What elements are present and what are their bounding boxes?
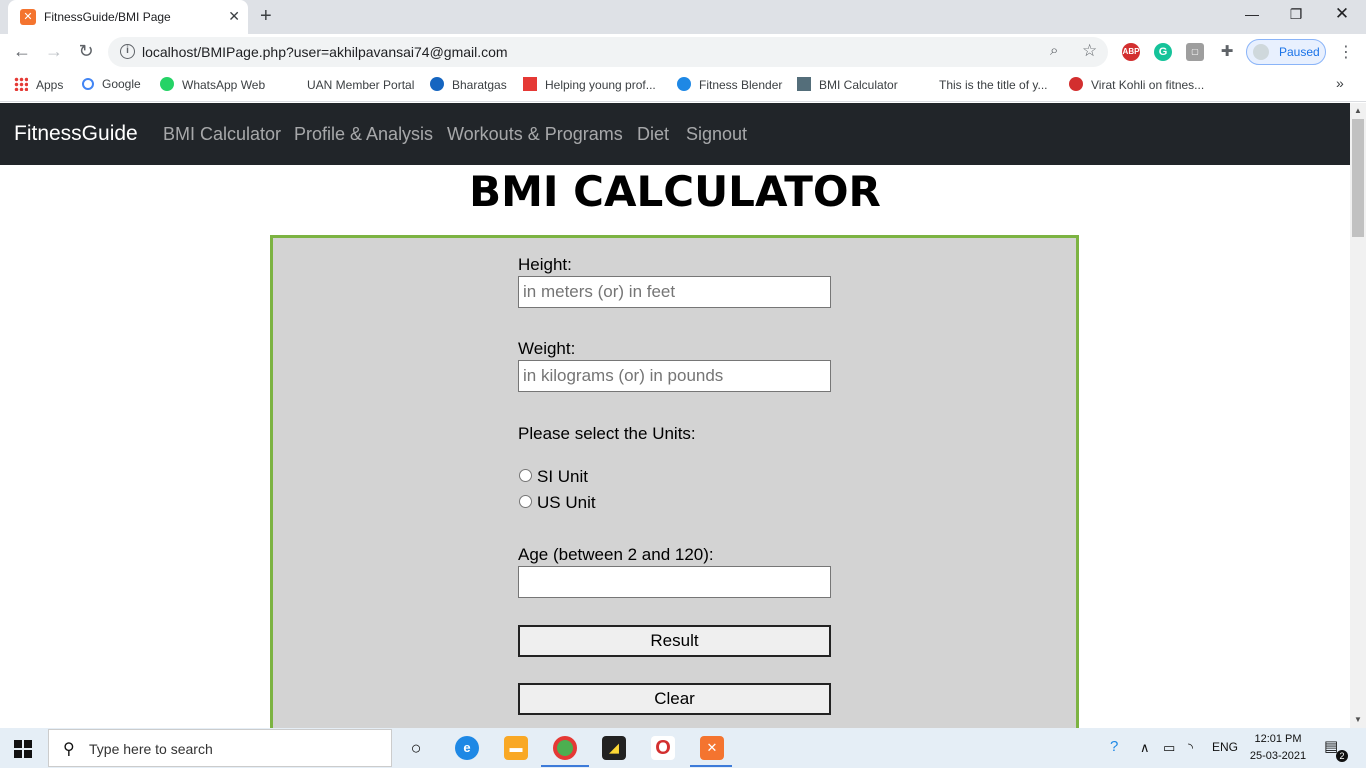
- weight-input[interactable]: [518, 360, 831, 392]
- bookmark-star-icon[interactable]: ☆: [1082, 41, 1097, 61]
- clock-time: 12:01 PM: [1254, 733, 1302, 745]
- page-viewport: FitnessGuide BMI Calculator Profile & An…: [0, 103, 1350, 728]
- browser-tab[interactable]: ✕ FitnessGuide/BMI Page ✕: [8, 0, 248, 34]
- scroll-down-arrow-icon[interactable]: ▼: [1354, 715, 1362, 724]
- extensions-puzzle-icon[interactable]: ✚: [1218, 43, 1236, 61]
- blank-page-icon: [285, 77, 299, 91]
- more-bookmarks-icon[interactable]: »: [1336, 75, 1344, 91]
- page-scrollbar[interactable]: ▲ ▼: [1350, 103, 1366, 728]
- whatsapp-icon: [160, 77, 174, 91]
- taskbar-search-box[interactable]: ⚲ Type here to search: [48, 729, 392, 767]
- file-explorer-icon[interactable]: ▬: [504, 736, 528, 760]
- edge-icon[interactable]: e: [455, 736, 479, 760]
- grammarly-extension-icon[interactable]: G: [1154, 43, 1172, 61]
- xampp-icon[interactable]: ✕: [700, 736, 724, 760]
- windows-taskbar: ⚲ Type here to search ○ e ▬ ◢ O ✕ ? ∧ ▭ …: [0, 728, 1366, 768]
- scroll-up-arrow-icon[interactable]: ▲: [1354, 106, 1362, 115]
- zoom-icon[interactable]: ⌕: [1050, 42, 1058, 59]
- avatar: [1253, 44, 1269, 60]
- bookmarks-bar: Apps Google WhatsApp Web UAN Member Port…: [0, 70, 1366, 102]
- tab-close-icon[interactable]: ✕: [228, 8, 240, 25]
- forward-arrow-icon[interactable]: →: [42, 41, 66, 62]
- help-icon[interactable]: ?: [1110, 738, 1118, 755]
- site-navbar: FitnessGuide BMI Calculator Profile & An…: [0, 103, 1350, 165]
- bookmark-google[interactable]: Google: [82, 77, 141, 91]
- si-unit-label[interactable]: SI Unit: [537, 467, 588, 487]
- xampp-favicon-icon: ✕: [20, 9, 36, 25]
- profile-button[interactable]: Paused: [1246, 39, 1326, 65]
- nav-workouts-programs[interactable]: Workouts & Programs: [447, 124, 623, 145]
- tab-title: FitnessGuide/BMI Page: [44, 10, 171, 24]
- google-icon: [82, 78, 94, 90]
- profile-status: Paused: [1279, 45, 1320, 59]
- windows-start-icon[interactable]: [14, 740, 32, 758]
- adblock-extension-icon[interactable]: ABP: [1122, 43, 1140, 61]
- task-view-icon[interactable]: ○: [404, 736, 428, 760]
- result-button[interactable]: Result: [518, 625, 831, 657]
- bookmark-bmi-calculator[interactable]: BMI Calculator: [797, 77, 898, 92]
- bookmark-whatsapp[interactable]: WhatsApp Web: [160, 77, 265, 92]
- weight-label: Weight:: [518, 339, 576, 358]
- new-tab-icon[interactable]: +: [260, 5, 272, 28]
- browser-toolbar: ← → ↻ i localhost/BMIPage.php?user=akhil…: [0, 34, 1366, 70]
- us-unit-radio[interactable]: [519, 495, 532, 508]
- apps-grid-icon: [14, 77, 28, 91]
- bookmark-helping-young[interactable]: Helping young prof...: [523, 77, 656, 92]
- scrollbar-thumb[interactable]: [1352, 119, 1364, 237]
- reload-icon[interactable]: ↻: [74, 41, 98, 62]
- bmi-form: Height: Weight: Please select the Units:…: [270, 235, 1079, 728]
- window-close-icon[interactable]: ✕: [1322, 4, 1362, 24]
- browser-tab-bar: ✕ FitnessGuide/BMI Page ✕ + — ❐ ✕: [0, 0, 1366, 34]
- si-unit-radio[interactable]: [519, 469, 532, 482]
- bookmark-bharatgas[interactable]: Bharatgas: [430, 77, 507, 92]
- address-bar[interactable]: i localhost/BMIPage.php?user=akhilpavans…: [108, 37, 1108, 67]
- browser-menu-icon[interactable]: ⋮: [1338, 42, 1354, 62]
- site-info-icon[interactable]: i: [120, 44, 135, 59]
- url-text[interactable]: localhost/BMIPage.php?user=akhilpavansai…: [142, 44, 508, 60]
- bookmark-apps[interactable]: Apps: [14, 77, 63, 92]
- sticky-notes-icon[interactable]: ◢: [602, 736, 626, 760]
- bharatgas-icon: [430, 77, 444, 91]
- bookmark-uan[interactable]: UAN Member Portal: [285, 77, 414, 92]
- nav-profile-analysis[interactable]: Profile & Analysis: [294, 124, 433, 145]
- nav-bmi-calculator[interactable]: BMI Calculator: [163, 124, 281, 145]
- restore-icon[interactable]: ❐: [1276, 6, 1316, 23]
- blank-page-icon: [917, 77, 931, 91]
- height-input[interactable]: [518, 276, 831, 308]
- taskbar-search-placeholder: Type here to search: [89, 741, 213, 757]
- xampp-active-indicator: [690, 765, 732, 767]
- minimize-icon[interactable]: —: [1232, 6, 1272, 22]
- nav-signout[interactable]: Signout: [686, 124, 747, 145]
- units-label: Please select the Units:: [518, 424, 696, 443]
- in-icon: [1069, 77, 1083, 91]
- bookmark-fitness-blender[interactable]: Fitness Blender: [677, 77, 782, 92]
- chrome-active-indicator: [541, 765, 589, 767]
- opera-icon[interactable]: O: [651, 736, 675, 760]
- tab-manager-extension-icon[interactable]: ▢: [1186, 43, 1204, 61]
- ux-icon: [523, 77, 537, 91]
- bookmark-virat-kohli[interactable]: Virat Kohli on fitnes...: [1069, 77, 1204, 92]
- fitness-blender-icon: [677, 77, 691, 91]
- tray-chevron-up-icon[interactable]: ∧: [1140, 740, 1150, 756]
- language-indicator[interactable]: ENG: [1212, 740, 1238, 754]
- brand-logo[interactable]: FitnessGuide: [14, 122, 138, 146]
- battery-icon[interactable]: ▭: [1163, 740, 1175, 756]
- bookmark-this-is-title[interactable]: This is the title of y...: [917, 77, 1047, 92]
- age-input[interactable]: [518, 566, 831, 598]
- clear-button[interactable]: Clear: [518, 683, 831, 715]
- nav-diet[interactable]: Diet: [637, 124, 669, 145]
- age-label: Age (between 2 and 120):: [518, 545, 714, 564]
- back-arrow-icon[interactable]: ←: [10, 41, 34, 62]
- search-icon: ⚲: [63, 741, 75, 758]
- us-unit-label[interactable]: US Unit: [537, 493, 596, 513]
- taskbar-clock[interactable]: 12:01 PM 25-03-2021: [1248, 731, 1308, 765]
- clock-date: 25-03-2021: [1249, 750, 1307, 762]
- height-label: Height:: [518, 255, 572, 274]
- wifi-icon[interactable]: ◝: [1188, 740, 1193, 756]
- notification-count-badge: 2: [1336, 750, 1348, 762]
- chrome-icon[interactable]: [553, 736, 577, 760]
- page-title: BMI CALCULATOR: [469, 167, 881, 216]
- calculator-icon: [797, 77, 811, 91]
